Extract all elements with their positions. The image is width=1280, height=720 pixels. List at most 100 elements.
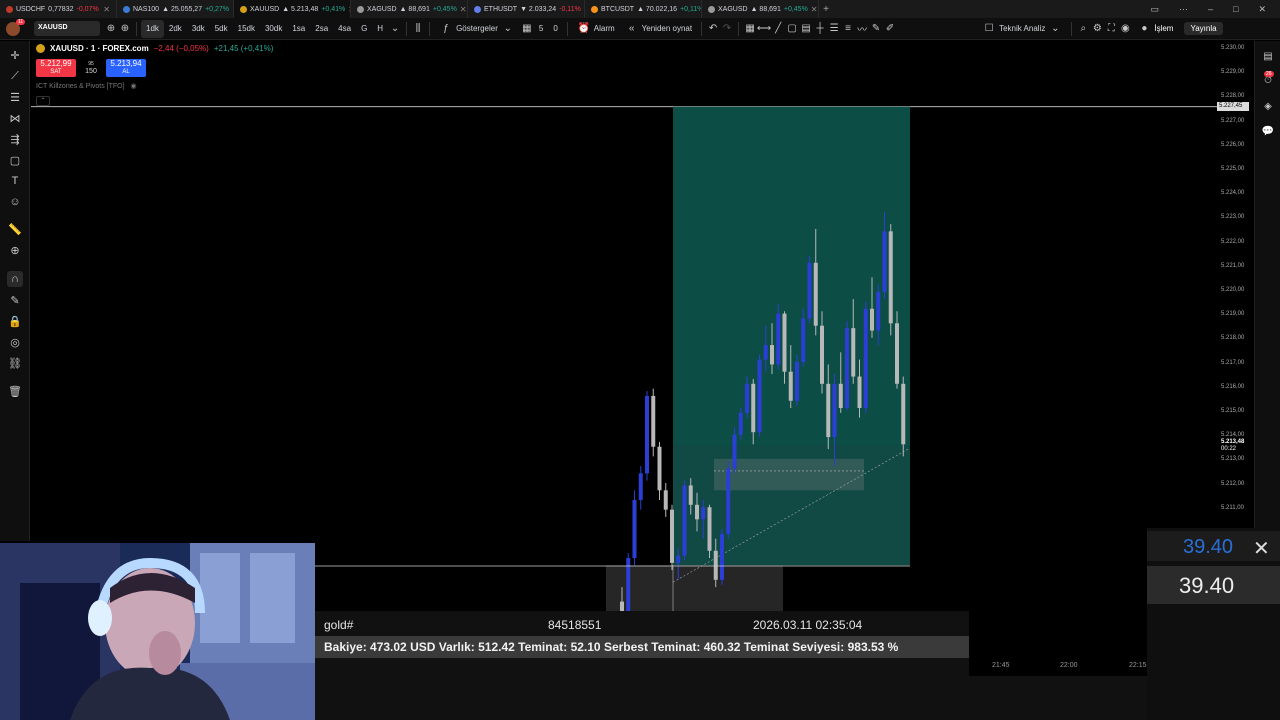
publish-button[interactable]: Yayınla xyxy=(1184,22,1223,35)
user-avatar[interactable]: 11 xyxy=(6,18,26,38)
brush-icon[interactable]: ✎ xyxy=(869,22,883,36)
interval-1sa[interactable]: 1sa xyxy=(287,20,310,38)
chevron-down-icon[interactable]: ⌄ xyxy=(388,22,402,36)
interval-3dk[interactable]: 3dk xyxy=(187,20,210,38)
maximize-icon[interactable]: □ xyxy=(1233,4,1238,15)
alarm-label: Alarm xyxy=(593,24,615,33)
icons-tool-icon[interactable]: ☺ xyxy=(7,194,23,210)
wardrobe-door xyxy=(200,553,240,643)
rectangle-icon[interactable]: ▢ xyxy=(785,22,799,36)
candle-style-icon[interactable]: ⫼ xyxy=(411,22,425,36)
layout-count-a[interactable]: 5 xyxy=(534,20,548,38)
indicator-legend[interactable]: ICT Killzones & Pivots [TFO] ◉ xyxy=(36,82,137,90)
close-icon[interactable]: ✕ xyxy=(1258,4,1266,15)
trend-line-icon[interactable]: ⟋ xyxy=(7,68,23,84)
tab-ethusdt[interactable]: ETHUSDT▼ 2.033,24-0,11%✕ xyxy=(468,0,585,18)
tab-nas100[interactable]: NAS100▲ 25.055,27+0,27%✕ xyxy=(117,0,234,18)
interval-1dk[interactable]: 1dk xyxy=(141,19,164,38)
candle-body xyxy=(726,468,731,534)
grid-icon[interactable]: ▦ xyxy=(743,22,757,36)
pattern-icon[interactable]: ⋈ xyxy=(7,110,23,126)
horizontal-line-icon[interactable]: ⟷ xyxy=(757,22,771,36)
vertical-line-icon[interactable]: ┼ xyxy=(813,22,827,36)
drawing-tools-icon[interactable]: ✐ xyxy=(883,22,897,36)
interval-5dk[interactable]: 5dk xyxy=(210,20,233,38)
text-tool-icon[interactable]: T xyxy=(7,173,23,189)
channel-icon[interactable]: ≡ xyxy=(841,22,855,36)
pitchfork-icon[interactable]: ☰ xyxy=(827,22,841,36)
interval-H[interactable]: H xyxy=(372,20,388,38)
minimize-icon[interactable]: – xyxy=(1208,4,1213,15)
alarm-button[interactable]: ⏰ Alarm xyxy=(572,20,620,38)
horizontal-line-label[interactable]: 5.227,45 xyxy=(1217,102,1249,111)
technical-analysis-button[interactable]: ☐ Teknik Analiz ⌄ xyxy=(977,20,1067,38)
path-icon[interactable]: 〰 xyxy=(855,22,869,36)
price-axis[interactable]: 5.230,00 5.229,00 5.228,00 5.227,00 5.226,00… xyxy=(1217,41,1254,535)
search-icon[interactable]: ⌕ xyxy=(1076,22,1090,36)
sell-button[interactable]: 5.212,99 SAT xyxy=(36,59,76,77)
tab-xagusd[interactable]: XAGUSD ▲ 88,691 +0,45% ✕ xyxy=(702,0,819,18)
collapse-legend-button[interactable]: ⌃ xyxy=(36,96,50,106)
indicators-button[interactable]: ƒ Göstergeler ⌄ xyxy=(434,20,520,38)
trend-line-icon[interactable]: ╱ xyxy=(771,22,785,36)
replay-button[interactable]: « Yeniden oynat xyxy=(620,20,697,38)
fullscreen-icon[interactable]: ⛶ xyxy=(1104,22,1118,36)
fib-icon[interactable]: ▤ xyxy=(799,22,813,36)
close-icon[interactable]: ✕ xyxy=(1253,536,1270,561)
interval-4sa[interactable]: 4sa xyxy=(333,20,356,38)
lock-icon[interactable]: 🔒 xyxy=(7,313,23,329)
link-icon[interactable]: ⛓ xyxy=(7,355,23,371)
buy-button[interactable]: 5.213,94 AL xyxy=(106,59,146,77)
price-tick: 5.229,00 xyxy=(1221,69,1245,76)
more-icon[interactable]: ··· xyxy=(1179,4,1188,15)
undo-icon[interactable]: ↶ xyxy=(706,22,720,36)
tab-xauusd[interactable]: XAUUSD▲ 5.213,48+0,41%✕ xyxy=(234,0,351,18)
layout-count-b[interactable]: 0 xyxy=(548,20,562,38)
eye-icon[interactable]: ◉ xyxy=(131,83,137,90)
new-tab-button[interactable]: + xyxy=(819,4,833,15)
candle-body xyxy=(688,485,693,505)
interval-30dk[interactable]: 30dk xyxy=(260,20,287,38)
close-tab-icon[interactable]: ✕ xyxy=(103,5,110,14)
layers-icon[interactable]: ◈ xyxy=(1261,99,1275,113)
lot-input[interactable]: 39.40 xyxy=(1147,566,1280,604)
tab-btcusdt[interactable]: BTCUSDT▲ 70.022,16+0,11%✕ xyxy=(585,0,702,18)
symbol-search-input[interactable]: XAUUSD xyxy=(34,21,100,36)
position-row[interactable]: gold# 84518551 2026.03.11 02:35:04 xyxy=(315,616,969,634)
price-chart[interactable] xyxy=(31,41,1217,611)
camera-icon[interactable]: ◉ xyxy=(1118,22,1132,36)
time-tick: 22:15 xyxy=(1129,662,1147,669)
geometric-shapes-icon[interactable]: ▢ xyxy=(7,152,23,168)
zoom-in-icon[interactable]: ⊕ xyxy=(7,242,23,258)
stay-in-drawing-icon[interactable]: ✎ xyxy=(7,292,23,308)
fib-retracement-icon[interactable]: ☰ xyxy=(7,89,23,105)
close-tab-icon[interactable]: ✕ xyxy=(460,5,467,14)
compare-symbol-icon[interactable]: ⊕ xyxy=(104,22,118,36)
candle-body xyxy=(645,395,649,474)
trade-button[interactable]: ● İşlem xyxy=(1132,20,1178,38)
add-symbol-icon[interactable]: ⊕ xyxy=(118,22,132,36)
magnet-icon[interactable]: ∩ xyxy=(7,271,23,287)
chat-icon[interactable]: 💬 xyxy=(1261,124,1275,138)
interval-G[interactable]: G xyxy=(356,20,372,38)
interval-15dk[interactable]: 15dk xyxy=(233,20,260,38)
legend-title[interactable]: XAUUSD · 1 · FOREX.com xyxy=(50,44,149,53)
redo-icon[interactable]: ↷ xyxy=(720,22,734,36)
interval-2dk[interactable]: 2dk xyxy=(164,20,187,38)
layout-icon[interactable]: ▭ xyxy=(1150,4,1159,15)
prediction-icon[interactable]: ⇶ xyxy=(7,131,23,147)
settings-icon[interactable]: ⚙ xyxy=(1090,22,1104,36)
candle-body xyxy=(663,490,668,510)
crosshair-icon[interactable]: ✛ xyxy=(7,47,23,63)
interval-2sa[interactable]: 2sa xyxy=(310,20,333,38)
watchlist-icon[interactable]: ▤ xyxy=(1261,49,1275,63)
tab-usdchf[interactable]: USDCHF 0,77832 -0,07% ✕ xyxy=(0,0,117,18)
price-tick: 5.212,00 xyxy=(1221,480,1245,487)
templates-icon[interactable]: ▦ xyxy=(520,22,534,36)
close-tab-icon[interactable]: ✕ xyxy=(811,5,818,14)
eye-icon[interactable]: ◎ xyxy=(7,334,23,350)
trash-icon[interactable]: 🗑 xyxy=(7,383,23,399)
ruler-icon[interactable]: 📏 xyxy=(7,221,23,237)
lot-value-top[interactable]: 39.40 xyxy=(1183,536,1233,559)
tab-xagusd[interactable]: XAGUSD ▲ 88,691 +0,45% ✕ xyxy=(351,0,468,18)
